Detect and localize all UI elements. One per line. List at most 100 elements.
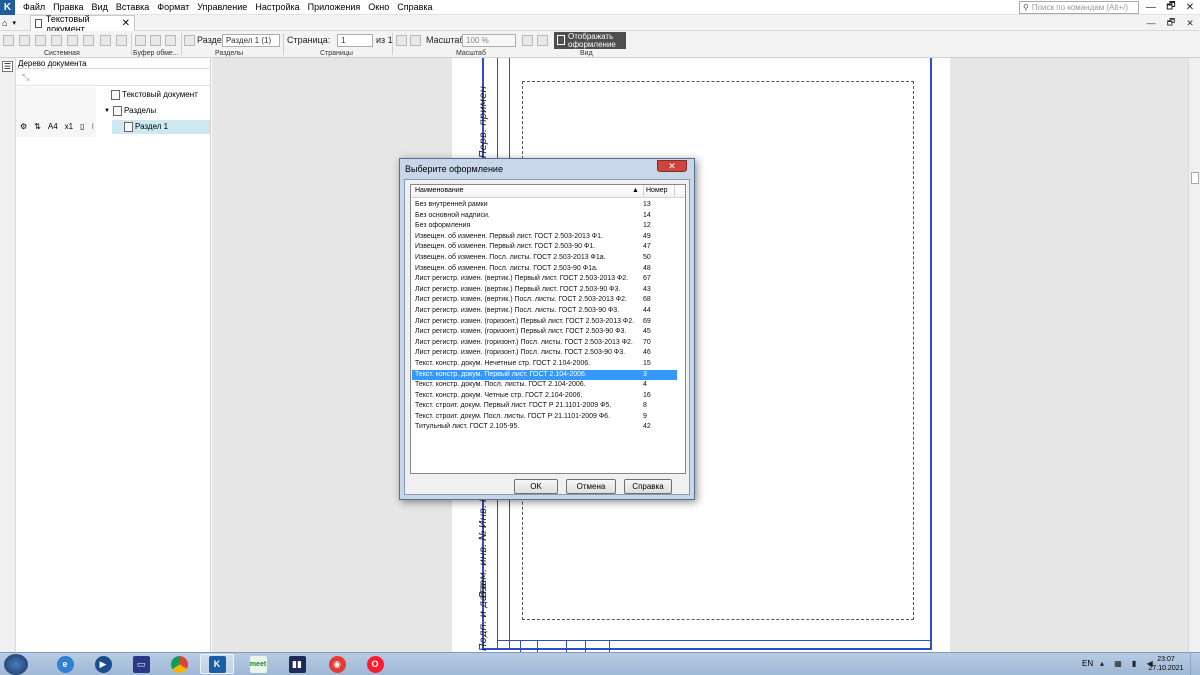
- clock[interactable]: 23:07 27.10.2021: [1148, 655, 1184, 673]
- design-list-item[interactable]: Текст. констр. докум. Четные стр. ГОСТ 2…: [412, 391, 677, 402]
- design-list-item[interactable]: Текст. констр. докум. Первый лист. ГОСТ …: [412, 369, 677, 381]
- doc-close-button[interactable]: ✕: [1181, 15, 1199, 31]
- zoom-in-icon[interactable]: [396, 35, 407, 46]
- taskbar-media-player[interactable]: ▶: [86, 654, 120, 674]
- zoom-input[interactable]: 100 %: [462, 34, 516, 47]
- design-list-item[interactable]: Текст. строит. докум. Первый лист. ГОСТ …: [412, 401, 677, 412]
- cut-icon[interactable]: [150, 35, 161, 46]
- document-canvas[interactable]: Перв. примен Инв. № Взам. инв. № Подп. и…: [212, 58, 1188, 652]
- move-icon[interactable]: ⁝: [92, 122, 95, 131]
- doc-minimize-button[interactable]: —: [1142, 15, 1160, 31]
- design-list-item[interactable]: Лист регистр. измен. (горизонт.) Первый …: [412, 317, 677, 328]
- menu-apps[interactable]: Приложения: [304, 0, 365, 15]
- menu-edit[interactable]: Правка: [49, 0, 87, 15]
- close-tab-icon[interactable]: ✕: [122, 18, 130, 29]
- design-list-item[interactable]: Извещен. об изменен. Первый лист. ГОСТ 2…: [412, 232, 677, 243]
- tab-text-document[interactable]: Текстовый документ… ✕: [30, 14, 135, 34]
- page-input[interactable]: 1: [337, 34, 373, 47]
- section-select[interactable]: Раздел 1 (1): [222, 34, 280, 47]
- design-list-item[interactable]: Лист регистр. измен. (горизонт.) Посл. л…: [412, 348, 677, 359]
- properties-icon[interactable]: [83, 35, 94, 46]
- copy-icon[interactable]: [135, 35, 146, 46]
- app-logo-icon[interactable]: K: [0, 0, 15, 15]
- ok-button[interactable]: OK: [514, 479, 558, 494]
- print-icon[interactable]: [51, 35, 62, 46]
- taskbar-kompas[interactable]: K: [200, 654, 234, 674]
- cancel-button[interactable]: Отмена: [566, 479, 616, 494]
- zoom-out-icon[interactable]: [410, 35, 421, 46]
- design-list-item[interactable]: Извещен. об изменен. Посл. листы. ГОСТ 2…: [412, 253, 677, 264]
- help-button[interactable]: Справка: [624, 479, 672, 494]
- menu-insert[interactable]: Вставка: [112, 0, 153, 15]
- tree-node-sections[interactable]: ▼ Разделы: [104, 104, 156, 118]
- design-item-name: Без внутренней рамки: [415, 201, 488, 208]
- design-list-item[interactable]: Лист регистр. измен. (вертик.) Первый ли…: [412, 274, 677, 285]
- taskbar-save[interactable]: ▭: [124, 654, 158, 674]
- design-list-item[interactable]: Извещен. об изменен. Посл. листы. ГОСТ 2…: [412, 264, 677, 275]
- taskbar-antivirus[interactable]: ◉: [320, 654, 354, 674]
- design-list-item[interactable]: Лист регистр. измен. (вертик.) Посл. лис…: [412, 295, 677, 306]
- expand-arrow-icon[interactable]: ▼: [104, 104, 110, 118]
- show-design-button[interactable]: Отображать оформление: [554, 32, 626, 49]
- menu-window[interactable]: Окно: [364, 0, 393, 15]
- close-window-button[interactable]: ✕: [1180, 0, 1200, 15]
- open-icon[interactable]: [19, 35, 30, 46]
- design-list-item[interactable]: Лист регистр. измен. (вертик.) Первый ли…: [412, 285, 677, 296]
- design-item-number: 12: [643, 222, 651, 230]
- menu-file[interactable]: Файл: [19, 0, 49, 15]
- page-settings-icon[interactable]: ⚙: [20, 122, 27, 131]
- design-list-item[interactable]: Лист регистр. измен. (горизонт.) Первый …: [412, 327, 677, 338]
- design-list-item[interactable]: Текст. констр. докум. Нечетные стр. ГОСТ…: [412, 359, 677, 370]
- design-list-item[interactable]: Без оформления 12: [412, 221, 677, 232]
- menu-format[interactable]: Формат: [153, 0, 193, 15]
- command-search-input[interactable]: ⚲ Поиск по командам (Alt+/): [1019, 1, 1139, 14]
- design-list-item[interactable]: Извещен. об изменен. Первый лист. ГОСТ 2…: [412, 242, 677, 253]
- design-list-item[interactable]: Лист регистр. измен. (горизонт.) Посл. л…: [412, 338, 677, 349]
- document-tree-icon[interactable]: ☰: [2, 61, 13, 72]
- fit-width-icon[interactable]: [537, 35, 548, 46]
- paste-icon[interactable]: [165, 35, 176, 46]
- design-item-number: 49: [643, 232, 651, 240]
- design-list-item[interactable]: Лист регистр. измен. (вертик.) Посл. лис…: [412, 306, 677, 317]
- design-list-item[interactable]: Без основной надписи. 14: [412, 211, 677, 222]
- taskbar-meet[interactable]: meet: [241, 654, 275, 674]
- save-icon[interactable]: [35, 35, 46, 46]
- home-button[interactable]: ⌂ ▾: [2, 16, 26, 30]
- taskbar-ie[interactable]: e: [48, 654, 82, 674]
- scrollbar-thumb[interactable]: [1191, 172, 1199, 184]
- design-list-item[interactable]: Без внутренней рамки 13: [412, 200, 677, 211]
- doc-restore-button[interactable]: 🗗: [1162, 15, 1180, 31]
- keyboard-language[interactable]: EN: [1082, 659, 1093, 668]
- menu-help[interactable]: Справка: [393, 0, 436, 15]
- menu-view[interactable]: Вид: [88, 0, 112, 15]
- taskbar-opera[interactable]: O: [358, 654, 392, 674]
- dialog-close-button[interactable]: ✕: [657, 160, 687, 172]
- preview-icon[interactable]: [67, 35, 78, 46]
- design-list-item[interactable]: Текст. строит. докум. Посл. листы. ГОСТ …: [412, 412, 677, 423]
- design-list-item[interactable]: Титульный лист. ГОСТ 2.105-95. 42: [412, 422, 677, 433]
- design-list-item[interactable]: Текст. констр. докум. Посл. листы. ГОСТ …: [412, 380, 677, 391]
- tree-item-section-1[interactable]: Раздел 1: [112, 120, 210, 134]
- tree-root-text-document[interactable]: Текстовый документ: [111, 88, 198, 102]
- fit-page-icon[interactable]: [522, 35, 533, 46]
- page-icon[interactable]: ▯: [80, 122, 84, 131]
- column-header-number[interactable]: Номер: [643, 185, 668, 197]
- sort-icon[interactable]: ⇅: [34, 122, 41, 131]
- restore-button[interactable]: 🗗: [1161, 0, 1181, 15]
- show-desktop-button[interactable]: [1190, 653, 1200, 675]
- design-item-name: Лист регистр. измен. (горизонт.) Посл. л…: [415, 338, 633, 346]
- column-header-name[interactable]: Наименование: [415, 187, 464, 194]
- redo-icon[interactable]: [116, 35, 127, 46]
- new-icon[interactable]: [3, 35, 14, 46]
- pin-icon[interactable]: ⤡: [22, 72, 29, 83]
- minimize-button[interactable]: —: [1141, 0, 1161, 15]
- undo-icon[interactable]: [100, 35, 111, 46]
- sheet-label-first-use: Перв. примен: [478, 86, 489, 158]
- menu-settings[interactable]: Настройка: [251, 0, 303, 15]
- taskbar-chrome[interactable]: [162, 654, 196, 674]
- taskbar-terminal[interactable]: ▮▮: [280, 654, 314, 674]
- menu-manage[interactable]: Управление: [193, 0, 251, 15]
- design-list[interactable]: Наименование ▲ Номер Без внутренней рамк…: [410, 184, 686, 474]
- start-button[interactable]: [4, 654, 28, 675]
- vertical-scrollbar[interactable]: [1188, 58, 1200, 652]
